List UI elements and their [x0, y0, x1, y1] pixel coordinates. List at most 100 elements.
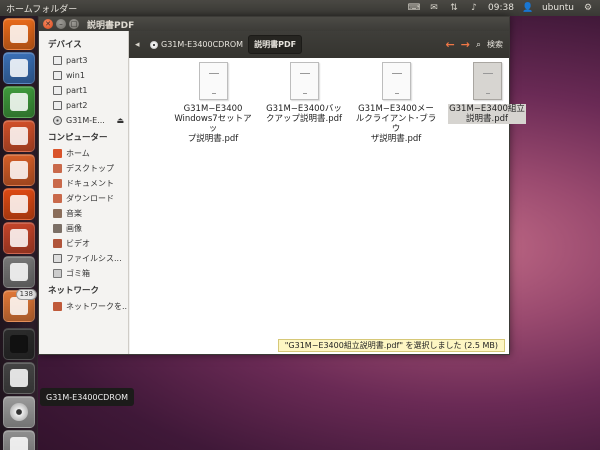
- file-item[interactable]: G31M−E3400組立 説明書.pdf: [444, 62, 530, 124]
- file-item[interactable]: G31M−E3400バッ クアップ説明書.pdf: [261, 62, 347, 124]
- sidebar-item-label: ホーム: [66, 149, 90, 158]
- sidebar-item[interactable]: part2: [39, 98, 128, 113]
- launcher-firefox-button[interactable]: [3, 18, 35, 50]
- launcher-ubuntu-one-button[interactable]: [3, 188, 35, 220]
- sidebar-item[interactable]: part3: [39, 53, 128, 68]
- clock[interactable]: 09:38: [488, 3, 514, 13]
- sidebar-item-label: G31M-E...: [66, 116, 105, 125]
- file-name-line: G31M−E3400組立: [449, 104, 525, 114]
- launcher-writer-button[interactable]: [3, 52, 35, 84]
- minimize-icon[interactable]: –: [56, 19, 66, 29]
- breadcrumb-current[interactable]: 説明書PDF: [248, 35, 303, 54]
- search-button[interactable]: 検索: [487, 39, 503, 50]
- maximize-icon[interactable]: □: [69, 19, 79, 29]
- volume-icon[interactable]: ♪: [468, 3, 480, 13]
- drive-icon: [53, 71, 62, 80]
- search-icon[interactable]: ⌕: [476, 40, 481, 50]
- file-item[interactable]: G31M−E3400 Windows7セットアッ プ説明書.pdf: [170, 62, 256, 144]
- pdf-file-icon: [289, 62, 319, 100]
- system-tray: ⌨ ✉ ⇅ ♪ 09:38 👤 ubuntu ⚙: [408, 3, 600, 13]
- file-item[interactable]: G31M−E3400メー ルクライアント･ブラウ ザ説明書.pdf: [353, 62, 439, 144]
- sidebar-heading: ネットワーク: [48, 286, 100, 296]
- network-icon[interactable]: ⇅: [448, 3, 460, 13]
- sidebar-item-label: win1: [66, 71, 85, 80]
- back-arrow-icon[interactable]: ←: [446, 38, 455, 51]
- launcher-calc-button[interactable]: [3, 86, 35, 118]
- vid-icon: [53, 239, 62, 248]
- file-name-line: プ説明書.pdf: [187, 134, 239, 144]
- keyboard-icon[interactable]: ⌨: [408, 3, 421, 13]
- file-view[interactable]: "G31M−E3400組立説明書.pdf" を選択しました (2.5 MB) G…: [130, 58, 526, 354]
- breadcrumb-cdrom[interactable]: G31M-E3400CDROM: [145, 35, 248, 54]
- launcher: 138: [0, 16, 38, 450]
- file-name: G31M−E3400メー ルクライアント･ブラウ ザ説明書.pdf: [353, 104, 439, 144]
- location-toolbar: ◂ G31M-E3400CDROM 説明書PDF ← → ⌕ 検索: [129, 31, 509, 58]
- disc-icon: [150, 40, 158, 49]
- sidebar-item[interactable]: G31M-E... ⏏: [39, 113, 128, 128]
- sidebar-item[interactable]: part1: [39, 83, 128, 98]
- sidebar-item[interactable]: ビデオ: [39, 236, 128, 251]
- disc-icon: [53, 116, 62, 125]
- trash-icon: [10, 437, 28, 450]
- folder-icon: [53, 194, 62, 203]
- gear-icon[interactable]: ⚙: [582, 3, 594, 13]
- mail-icon[interactable]: ✉: [428, 3, 440, 13]
- breadcrumb-left-arrow-icon[interactable]: ◂: [135, 40, 145, 50]
- top-panel: ホームフォルダー ⌨ ✉ ⇅ ♪ 09:38 👤 ubuntu ⚙: [0, 0, 600, 16]
- calc-icon: [10, 93, 28, 111]
- sidebar-item[interactable]: 画像: [39, 221, 128, 236]
- file-name-line: 説明書.pdf: [466, 114, 508, 124]
- eject-icon[interactable]: ⏏: [116, 116, 124, 125]
- net-icon: [53, 302, 62, 311]
- sidebar-item[interactable]: ドキュメント: [39, 176, 128, 191]
- window-title: 説明書PDF: [87, 20, 135, 31]
- fs-icon: [53, 254, 62, 263]
- launcher-software-center-button[interactable]: [3, 154, 35, 186]
- launcher-cdrom-button[interactable]: [3, 396, 35, 428]
- sidebar-item[interactable]: デスクトップ: [39, 161, 128, 176]
- file-name: G31M−E3400組立 説明書.pdf: [448, 104, 526, 124]
- forward-arrow-icon[interactable]: →: [461, 38, 470, 51]
- drive-icon: [53, 56, 62, 65]
- sidebar-heading: コンピューター: [48, 133, 108, 143]
- window-titlebar[interactable]: ✕ – □ 説明書PDF: [39, 17, 509, 31]
- launcher-home-folder-button[interactable]: 138: [3, 289, 37, 322]
- sidebar-item[interactable]: ファイルシス...: [39, 251, 128, 266]
- folder-icon: [53, 164, 62, 173]
- writer-icon: [10, 59, 28, 77]
- file-name-line: Windows7セットアッ: [174, 114, 252, 134]
- user-name[interactable]: ubuntu: [542, 3, 574, 13]
- pdf-file-icon: [198, 62, 228, 100]
- sidebar-item-label: 画像: [66, 224, 82, 233]
- status-bar: "G31M−E3400組立説明書.pdf" を選択しました (2.5 MB): [277, 339, 505, 352]
- sidebar-item[interactable]: ホーム: [39, 146, 128, 161]
- file-name: G31M−E3400 Windows7セットアッ プ説明書.pdf: [170, 104, 256, 144]
- sidebar-item-label: part1: [66, 86, 88, 95]
- breadcrumb-label: 説明書PDF: [254, 40, 297, 49]
- launcher-settings-button[interactable]: [3, 222, 35, 254]
- sidebar-heading: デバイス: [48, 40, 82, 50]
- sidebar-item-label: part2: [66, 101, 88, 110]
- sidebar-item[interactable]: 音楽: [39, 206, 128, 221]
- sidebar-item-label: ゴミ箱: [66, 269, 90, 278]
- sidebar-item[interactable]: ネットワークを...: [39, 299, 128, 314]
- file-name: G31M−E3400バッ クアップ説明書.pdf: [265, 104, 343, 124]
- sidebar-item-label: part3: [66, 56, 88, 65]
- launcher-trash-button[interactable]: [3, 430, 35, 450]
- camera-icon: [10, 263, 28, 281]
- settings-icon: [10, 229, 28, 247]
- pic-icon: [53, 224, 62, 233]
- sidebar-item[interactable]: ダウンロード: [39, 191, 128, 206]
- sidebar-item[interactable]: ゴミ箱: [39, 266, 128, 281]
- sidebar-item-label: ファイルシス...: [66, 254, 122, 263]
- launcher-terminal-button[interactable]: [3, 328, 35, 360]
- close-icon[interactable]: ✕: [43, 19, 53, 29]
- file-name-line: ルクライアント･ブラウ: [355, 114, 437, 134]
- sidebar-item[interactable]: win1: [39, 68, 128, 83]
- launcher-workspace-button[interactable]: [3, 362, 35, 394]
- firefox-icon: [10, 25, 28, 43]
- launcher-impress-button[interactable]: [3, 120, 35, 152]
- home-icon: [53, 149, 62, 158]
- launcher-tooltip: G31M-E3400CDROM: [40, 388, 135, 406]
- launcher-camera-button[interactable]: [3, 256, 35, 288]
